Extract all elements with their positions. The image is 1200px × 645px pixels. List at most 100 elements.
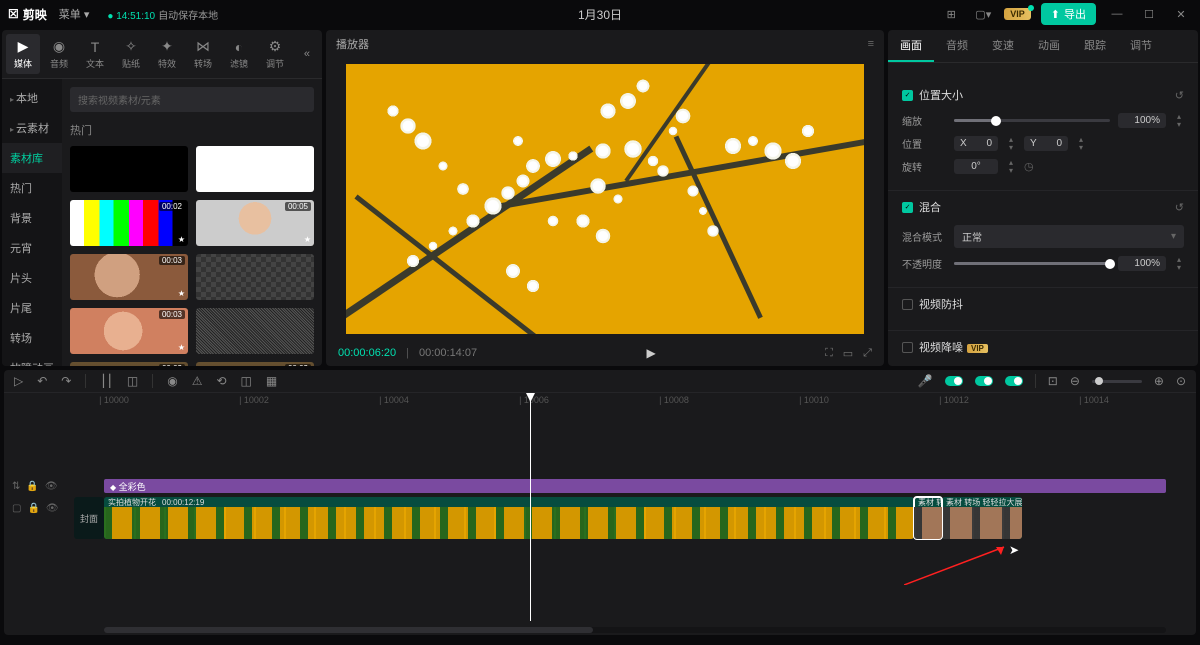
- minimize-button[interactable]: —: [1106, 3, 1128, 25]
- opacity-slider[interactable]: [954, 262, 1110, 265]
- sidebar-item-2[interactable]: 素材库: [2, 143, 62, 173]
- pos-x-input[interactable]: X0: [954, 136, 998, 151]
- fullscreen-icon[interactable]: ⤢: [863, 347, 872, 360]
- video-clip-2[interactable]: 素材 转: [914, 497, 942, 539]
- zoom-out-icon[interactable]: ⊖: [1070, 374, 1080, 388]
- opacity-value[interactable]: 100%: [1118, 256, 1166, 271]
- media-thumb-9[interactable]: 00:03: [196, 362, 314, 366]
- media-thumb-1[interactable]: [196, 146, 314, 192]
- blend-mode-select[interactable]: 正常▾: [954, 225, 1184, 248]
- media-tab-5[interactable]: ⋈转场: [186, 34, 220, 74]
- overlay-track-header[interactable]: ⇅🔒👁: [4, 475, 74, 497]
- media-tab-6[interactable]: ◐滤镜: [222, 35, 256, 74]
- sidebar-item-5[interactable]: 元宵: [2, 233, 62, 263]
- zoom-slider[interactable]: [1092, 380, 1142, 383]
- preview-mode-icon[interactable]: ⊡: [1048, 374, 1058, 388]
- undo-icon[interactable]: ↶: [37, 374, 47, 388]
- crop-icon[interactable]: ◫: [241, 374, 252, 388]
- pos-size-reset-icon[interactable]: ↺: [1175, 89, 1184, 102]
- player-viewport[interactable]: [326, 58, 884, 340]
- reverse-icon[interactable]: ⟲: [216, 374, 226, 388]
- denoise-checkbox[interactable]: [902, 342, 913, 353]
- blend-reset-icon[interactable]: ↺: [1175, 201, 1184, 214]
- media-thumb-8[interactable]: 00:03: [70, 362, 188, 366]
- media-thumb-3[interactable]: 00:05★: [196, 200, 314, 246]
- inspector-tab-5[interactable]: 调节: [1118, 30, 1164, 62]
- redo-icon[interactable]: ↷: [61, 374, 71, 388]
- media-tab-4[interactable]: ✦特效: [150, 34, 184, 74]
- select-tool-icon[interactable]: ▷: [14, 374, 23, 388]
- export-button[interactable]: ⬆ 导出: [1041, 3, 1096, 25]
- mic-icon[interactable]: 🎤: [918, 374, 933, 388]
- pos-y-stepper[interactable]: ▴▾: [1076, 136, 1086, 150]
- media-thumb-2[interactable]: 00:02★: [70, 200, 188, 246]
- stabilize-checkbox[interactable]: [902, 299, 913, 310]
- search-input[interactable]: 搜索视频素材/元素: [70, 87, 314, 112]
- media-tab-3[interactable]: ✧贴纸: [114, 34, 148, 74]
- snap-toggle-1[interactable]: [945, 376, 963, 386]
- shortcuts-icon[interactable]: ⊞: [940, 3, 962, 25]
- cover-button[interactable]: 封面: [74, 497, 104, 539]
- split-tool-icon[interactable]: ⎮⎮: [100, 374, 113, 388]
- viewport-ratio-icon[interactable]: ▭: [843, 347, 853, 360]
- video-clip-3[interactable]: 素材 转场 轻轻拉大展 00: [942, 497, 1022, 539]
- player-menu-icon[interactable]: ≡: [868, 38, 874, 50]
- maximize-button[interactable]: ☐: [1138, 3, 1160, 25]
- rotation-input[interactable]: 0°: [954, 159, 998, 174]
- inspector-tab-1[interactable]: 音频: [934, 30, 980, 62]
- inspector-tab-0[interactable]: 画面: [888, 30, 934, 62]
- close-button[interactable]: ✕: [1170, 3, 1192, 25]
- media-thumb-4[interactable]: 00:03★: [70, 254, 188, 300]
- media-tab-1[interactable]: ◉音频: [42, 34, 76, 74]
- inspector-tab-2[interactable]: 变速: [980, 30, 1026, 62]
- rotation-dial-icon[interactable]: ◷: [1024, 160, 1034, 173]
- blend-checkbox[interactable]: ✓: [902, 202, 913, 213]
- media-tab-2[interactable]: T文本: [78, 35, 112, 74]
- playhead[interactable]: [530, 393, 531, 621]
- media-thumb-5[interactable]: [196, 254, 314, 300]
- warning-icon[interactable]: ⚠: [192, 374, 203, 388]
- snap-toggle-3[interactable]: [1005, 376, 1023, 386]
- rot-stepper[interactable]: ▴▾: [1006, 159, 1016, 173]
- video-track-header[interactable]: ▢🔒👁: [4, 497, 74, 519]
- collapse-panel-icon[interactable]: «: [296, 44, 318, 64]
- scale-slider[interactable]: [954, 119, 1110, 122]
- play-button[interactable]: ▶: [646, 346, 655, 360]
- timecode-current: 00:00:06:20: [338, 347, 396, 359]
- zoom-in-icon[interactable]: ⊕: [1154, 374, 1164, 388]
- sidebar-item-7[interactable]: 片尾: [2, 293, 62, 323]
- pos-size-checkbox[interactable]: ✓: [902, 90, 913, 101]
- layout-icon[interactable]: ▢▾: [972, 3, 994, 25]
- preview-icon[interactable]: ◉: [167, 374, 177, 388]
- menu-button[interactable]: 菜单 ▾: [59, 6, 90, 22]
- sidebar-item-3[interactable]: 热门: [2, 173, 62, 203]
- video-clip-1[interactable]: 实拍植物开花00:00:12:19: [104, 497, 914, 539]
- sidebar-item-6[interactable]: 片头: [2, 263, 62, 293]
- media-thumb-7[interactable]: [196, 308, 314, 354]
- overlay-clip[interactable]: ◆ 全彩色: [104, 479, 1166, 493]
- media-tab-7[interactable]: ⚙调节: [258, 34, 292, 74]
- sidebar-item-1[interactable]: 云素材: [2, 113, 62, 143]
- inspector-tab-4[interactable]: 跟踪: [1072, 30, 1118, 62]
- freeze-icon[interactable]: ▦: [266, 374, 277, 388]
- viewport-original-icon[interactable]: ⛶: [825, 347, 833, 360]
- sidebar-item-0[interactable]: 本地: [2, 83, 62, 113]
- zoom-fit-icon[interactable]: ⊙: [1176, 374, 1186, 388]
- inspector-tab-3[interactable]: 动画: [1026, 30, 1072, 62]
- pos-x-stepper[interactable]: ▴▾: [1006, 136, 1016, 150]
- player-title: 播放器: [336, 36, 369, 52]
- vip-badge[interactable]: VIP: [1004, 8, 1031, 20]
- opacity-stepper[interactable]: ▴▾: [1174, 256, 1184, 270]
- sidebar-item-4[interactable]: 背景: [2, 203, 62, 233]
- snap-toggle-2[interactable]: [975, 376, 993, 386]
- sidebar-item-9[interactable]: 故障动画: [2, 353, 62, 366]
- delete-left-icon[interactable]: ◫: [127, 374, 138, 388]
- media-tab-0[interactable]: ▶媒体: [6, 34, 40, 74]
- media-thumb-0[interactable]: [70, 146, 188, 192]
- sidebar-item-8[interactable]: 转场: [2, 323, 62, 353]
- timeline-scrollbar[interactable]: [104, 627, 1166, 633]
- scale-value[interactable]: 100%: [1118, 113, 1166, 128]
- media-thumb-6[interactable]: 00:03★: [70, 308, 188, 354]
- pos-y-input[interactable]: Y0: [1024, 136, 1068, 151]
- scale-stepper[interactable]: ▴▾: [1174, 113, 1184, 127]
